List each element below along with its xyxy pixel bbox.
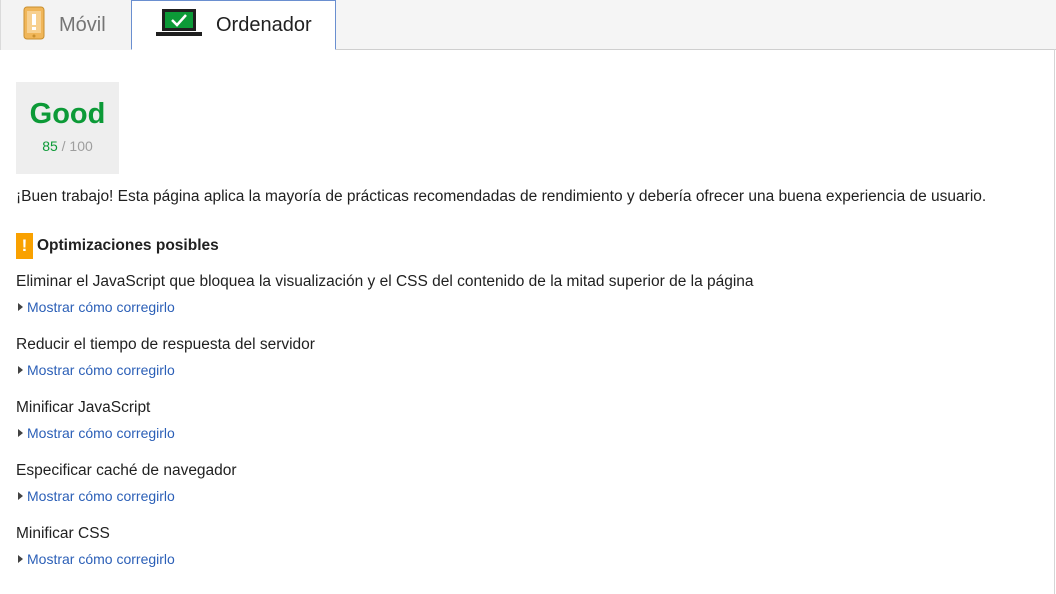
show-how-to-fix-link[interactable]: Mostrar cómo corregirlo xyxy=(16,551,175,567)
show-how-to-fix-label: Mostrar cómo corregirlo xyxy=(27,299,175,315)
show-how-to-fix-link[interactable]: Mostrar cómo corregirlo xyxy=(16,425,175,441)
phone-warning-icon xyxy=(23,6,45,45)
tab-mobile[interactable]: Móvil xyxy=(0,0,132,50)
caret-right-icon xyxy=(18,492,23,500)
laptop-check-icon xyxy=(156,8,202,43)
show-how-to-fix-label: Mostrar cómo corregirlo xyxy=(27,551,175,567)
caret-right-icon xyxy=(18,366,23,374)
tab-desktop[interactable]: Ordenador xyxy=(131,0,336,50)
optimization-title: Minificar JavaScript xyxy=(16,399,151,416)
show-how-to-fix-label: Mostrar cómo corregirlo xyxy=(27,425,175,441)
show-how-to-fix-label: Mostrar cómo corregirlo xyxy=(27,488,175,504)
content-border xyxy=(1054,49,1055,594)
show-how-to-fix-link[interactable]: Mostrar cómo corregirlo xyxy=(16,488,237,504)
optimization-title: Especificar caché de navegador xyxy=(16,462,237,479)
caret-right-icon xyxy=(18,555,23,563)
tab-desktop-label: Ordenador xyxy=(216,13,312,36)
score-verdict: Good xyxy=(29,98,106,130)
summary-text: ¡Buen trabajo! Esta página aplica la may… xyxy=(16,188,987,205)
optimization-item: Minificar JavaScript Mostrar cómo correg… xyxy=(16,399,175,441)
optimization-item: Especificar caché de navegador Mostrar c… xyxy=(16,462,237,504)
optimization-item: Eliminar el JavaScript que bloquea la vi… xyxy=(16,273,754,315)
show-how-to-fix-label: Mostrar cómo corregirlo xyxy=(27,362,175,378)
optimization-item: Minificar CSS Mostrar cómo corregirlo xyxy=(16,525,175,567)
score-value: 85 xyxy=(42,138,58,154)
show-how-to-fix-link[interactable]: Mostrar cómo corregirlo xyxy=(16,299,754,315)
score-max: / 100 xyxy=(61,138,93,154)
optimization-item: Reducir el tiempo de respuesta del servi… xyxy=(16,336,315,378)
score-numbers: 85 / 100 xyxy=(16,138,119,154)
optimization-title: Eliminar el JavaScript que bloquea la vi… xyxy=(16,273,754,290)
optimizations-heading: ! Optimizaciones posibles xyxy=(16,233,219,259)
optimization-title: Reducir el tiempo de respuesta del servi… xyxy=(16,336,315,353)
optimization-title: Minificar CSS xyxy=(16,525,110,542)
tab-mobile-label: Móvil xyxy=(59,13,106,36)
optimizations-title: Optimizaciones posibles xyxy=(37,237,219,254)
score-badge: Good 85 / 100 xyxy=(16,82,119,174)
device-tab-bar: Móvil Ordenador xyxy=(0,0,1056,50)
warning-icon: ! xyxy=(16,233,33,259)
show-how-to-fix-link[interactable]: Mostrar cómo corregirlo xyxy=(16,362,315,378)
caret-right-icon xyxy=(18,429,23,437)
caret-right-icon xyxy=(18,303,23,311)
